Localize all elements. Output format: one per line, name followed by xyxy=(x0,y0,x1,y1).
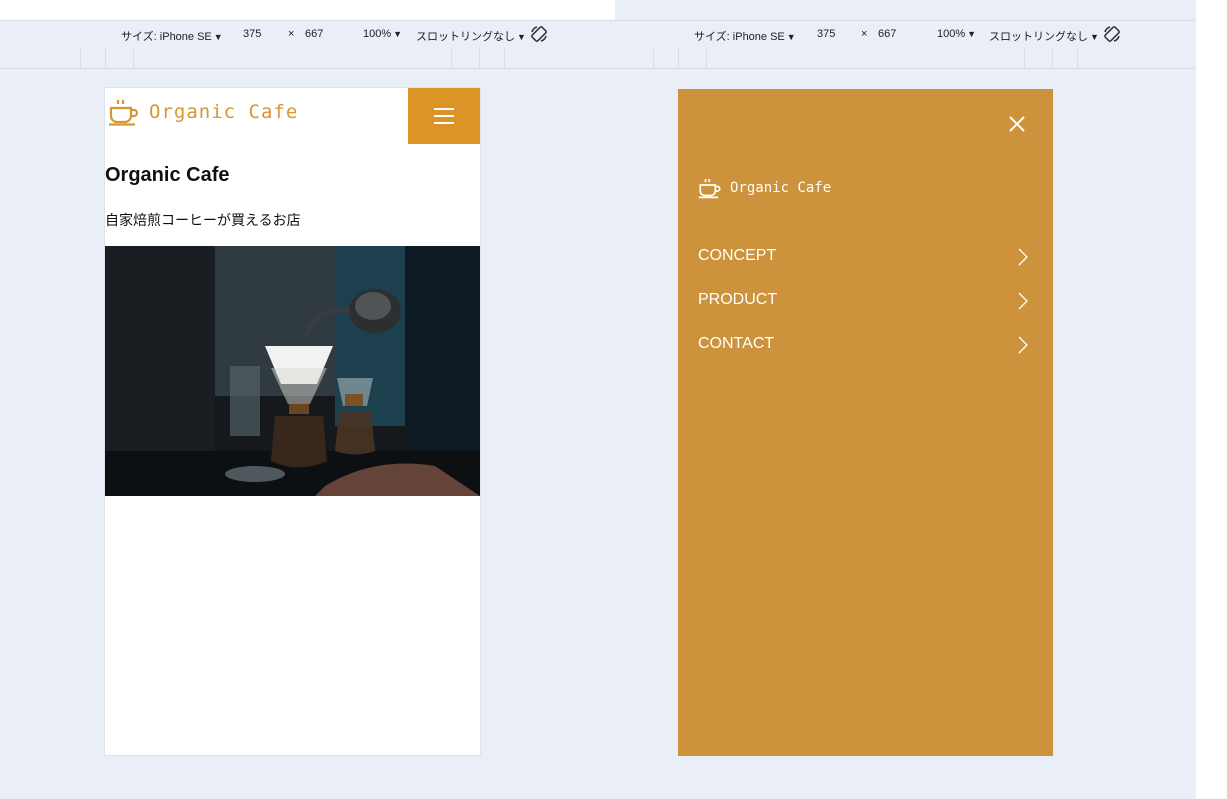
media-query-ruler xyxy=(0,49,615,69)
coffee-cup-icon xyxy=(109,100,139,126)
menu-logo[interactable]: Organic Cafe xyxy=(698,177,831,199)
device-viewport-left: Organic Cafe Organic Cafe 自家焙煎コーヒーが買えるお店 xyxy=(105,88,480,755)
caret-down-icon: ▼ xyxy=(213,32,223,42)
zoom-dropdown[interactable]: 100% ▼ xyxy=(363,28,402,40)
device-toolbar: サイズ: iPhone SE ▼ 375 × 667 100% ▼ スロットリングな… xyxy=(0,20,615,50)
menu-item-concept[interactable]: CONCEPT xyxy=(698,245,1028,269)
site-logo[interactable]: Organic Cafe xyxy=(108,98,298,126)
top-strip xyxy=(0,0,615,20)
menu-logo-text: Organic Cafe xyxy=(730,180,832,196)
throttle-dropdown[interactable]: スロットリングなし ▼ xyxy=(416,28,526,44)
hamburger-icon-bar xyxy=(434,122,454,124)
close-menu-button[interactable] xyxy=(1007,114,1027,134)
throttle-dropdown[interactable]: スロットリングなし ▼ xyxy=(989,28,1099,44)
device-size-dropdown[interactable]: サイズ: iPhone SE ▼ xyxy=(121,28,223,44)
hero-subtitle: 自家焙煎コーヒーが買えるお店 xyxy=(105,212,301,228)
menu-item-product[interactable]: PRODUCT xyxy=(698,289,1028,313)
menu-item-label: PRODUCT xyxy=(698,291,778,308)
caret-down-icon: ▼ xyxy=(1090,32,1099,42)
device-size-label: サイズ: iPhone SE xyxy=(121,31,212,43)
device-toolbar: サイズ: iPhone SE ▼ 375 × 667 100% ▼ スロットリングな… xyxy=(615,20,1196,50)
device-viewport-right-menu-open: Organic Cafe CONCEPT PRODUCT CONTACT xyxy=(678,89,1053,756)
dimension-separator: × xyxy=(861,28,868,40)
throttle-label: スロットリングなし xyxy=(989,31,1088,43)
menu-item-label: CONTACT xyxy=(698,335,775,352)
chevron-right-icon xyxy=(1018,248,1028,266)
site-header: Organic Cafe xyxy=(105,88,480,144)
throttle-label: スロットリングなし xyxy=(416,31,515,43)
hamburger-menu-button[interactable] xyxy=(408,88,480,144)
zoom-label: 100% xyxy=(937,28,966,40)
zoom-dropdown[interactable]: 100% ▼ xyxy=(937,28,976,40)
caret-down-icon: ▼ xyxy=(393,29,403,39)
height-input[interactable]: 667 xyxy=(878,28,896,40)
hamburger-icon-bar xyxy=(434,115,454,117)
hero-title: Organic Cafe xyxy=(105,164,230,186)
device-size-label: サイズ: iPhone SE xyxy=(694,31,785,43)
height-input[interactable]: 667 xyxy=(305,28,323,40)
media-query-ruler xyxy=(615,49,1196,69)
menu-item-contact[interactable]: CONTACT xyxy=(698,333,1028,357)
dimension-separator: × xyxy=(288,28,295,40)
caret-down-icon: ▼ xyxy=(786,32,796,42)
width-input[interactable]: 375 xyxy=(243,28,261,40)
caret-down-icon: ▼ xyxy=(517,32,526,42)
caret-down-icon: ▼ xyxy=(967,29,977,39)
devtools-pane-left: サイズ: iPhone SE ▼ 375 × 667 100% ▼ スロットリングな… xyxy=(0,0,615,799)
hamburger-icon-bar xyxy=(434,108,454,110)
coffee-cup-icon xyxy=(698,179,721,199)
chevron-right-icon xyxy=(1018,336,1028,354)
zoom-label: 100% xyxy=(363,28,392,40)
rotate-icon[interactable] xyxy=(530,25,548,46)
width-input[interactable]: 375 xyxy=(817,28,835,40)
device-size-dropdown[interactable]: サイズ: iPhone SE ▼ xyxy=(694,28,796,44)
rotate-icon[interactable] xyxy=(1103,25,1121,46)
chevron-right-icon xyxy=(1018,292,1028,310)
hero-image xyxy=(105,246,480,496)
menu-item-label: CONCEPT xyxy=(698,247,777,264)
close-icon xyxy=(1009,116,1025,132)
coffee-pour-over-photo xyxy=(105,246,480,496)
logo-text: Organic Cafe xyxy=(149,101,299,123)
